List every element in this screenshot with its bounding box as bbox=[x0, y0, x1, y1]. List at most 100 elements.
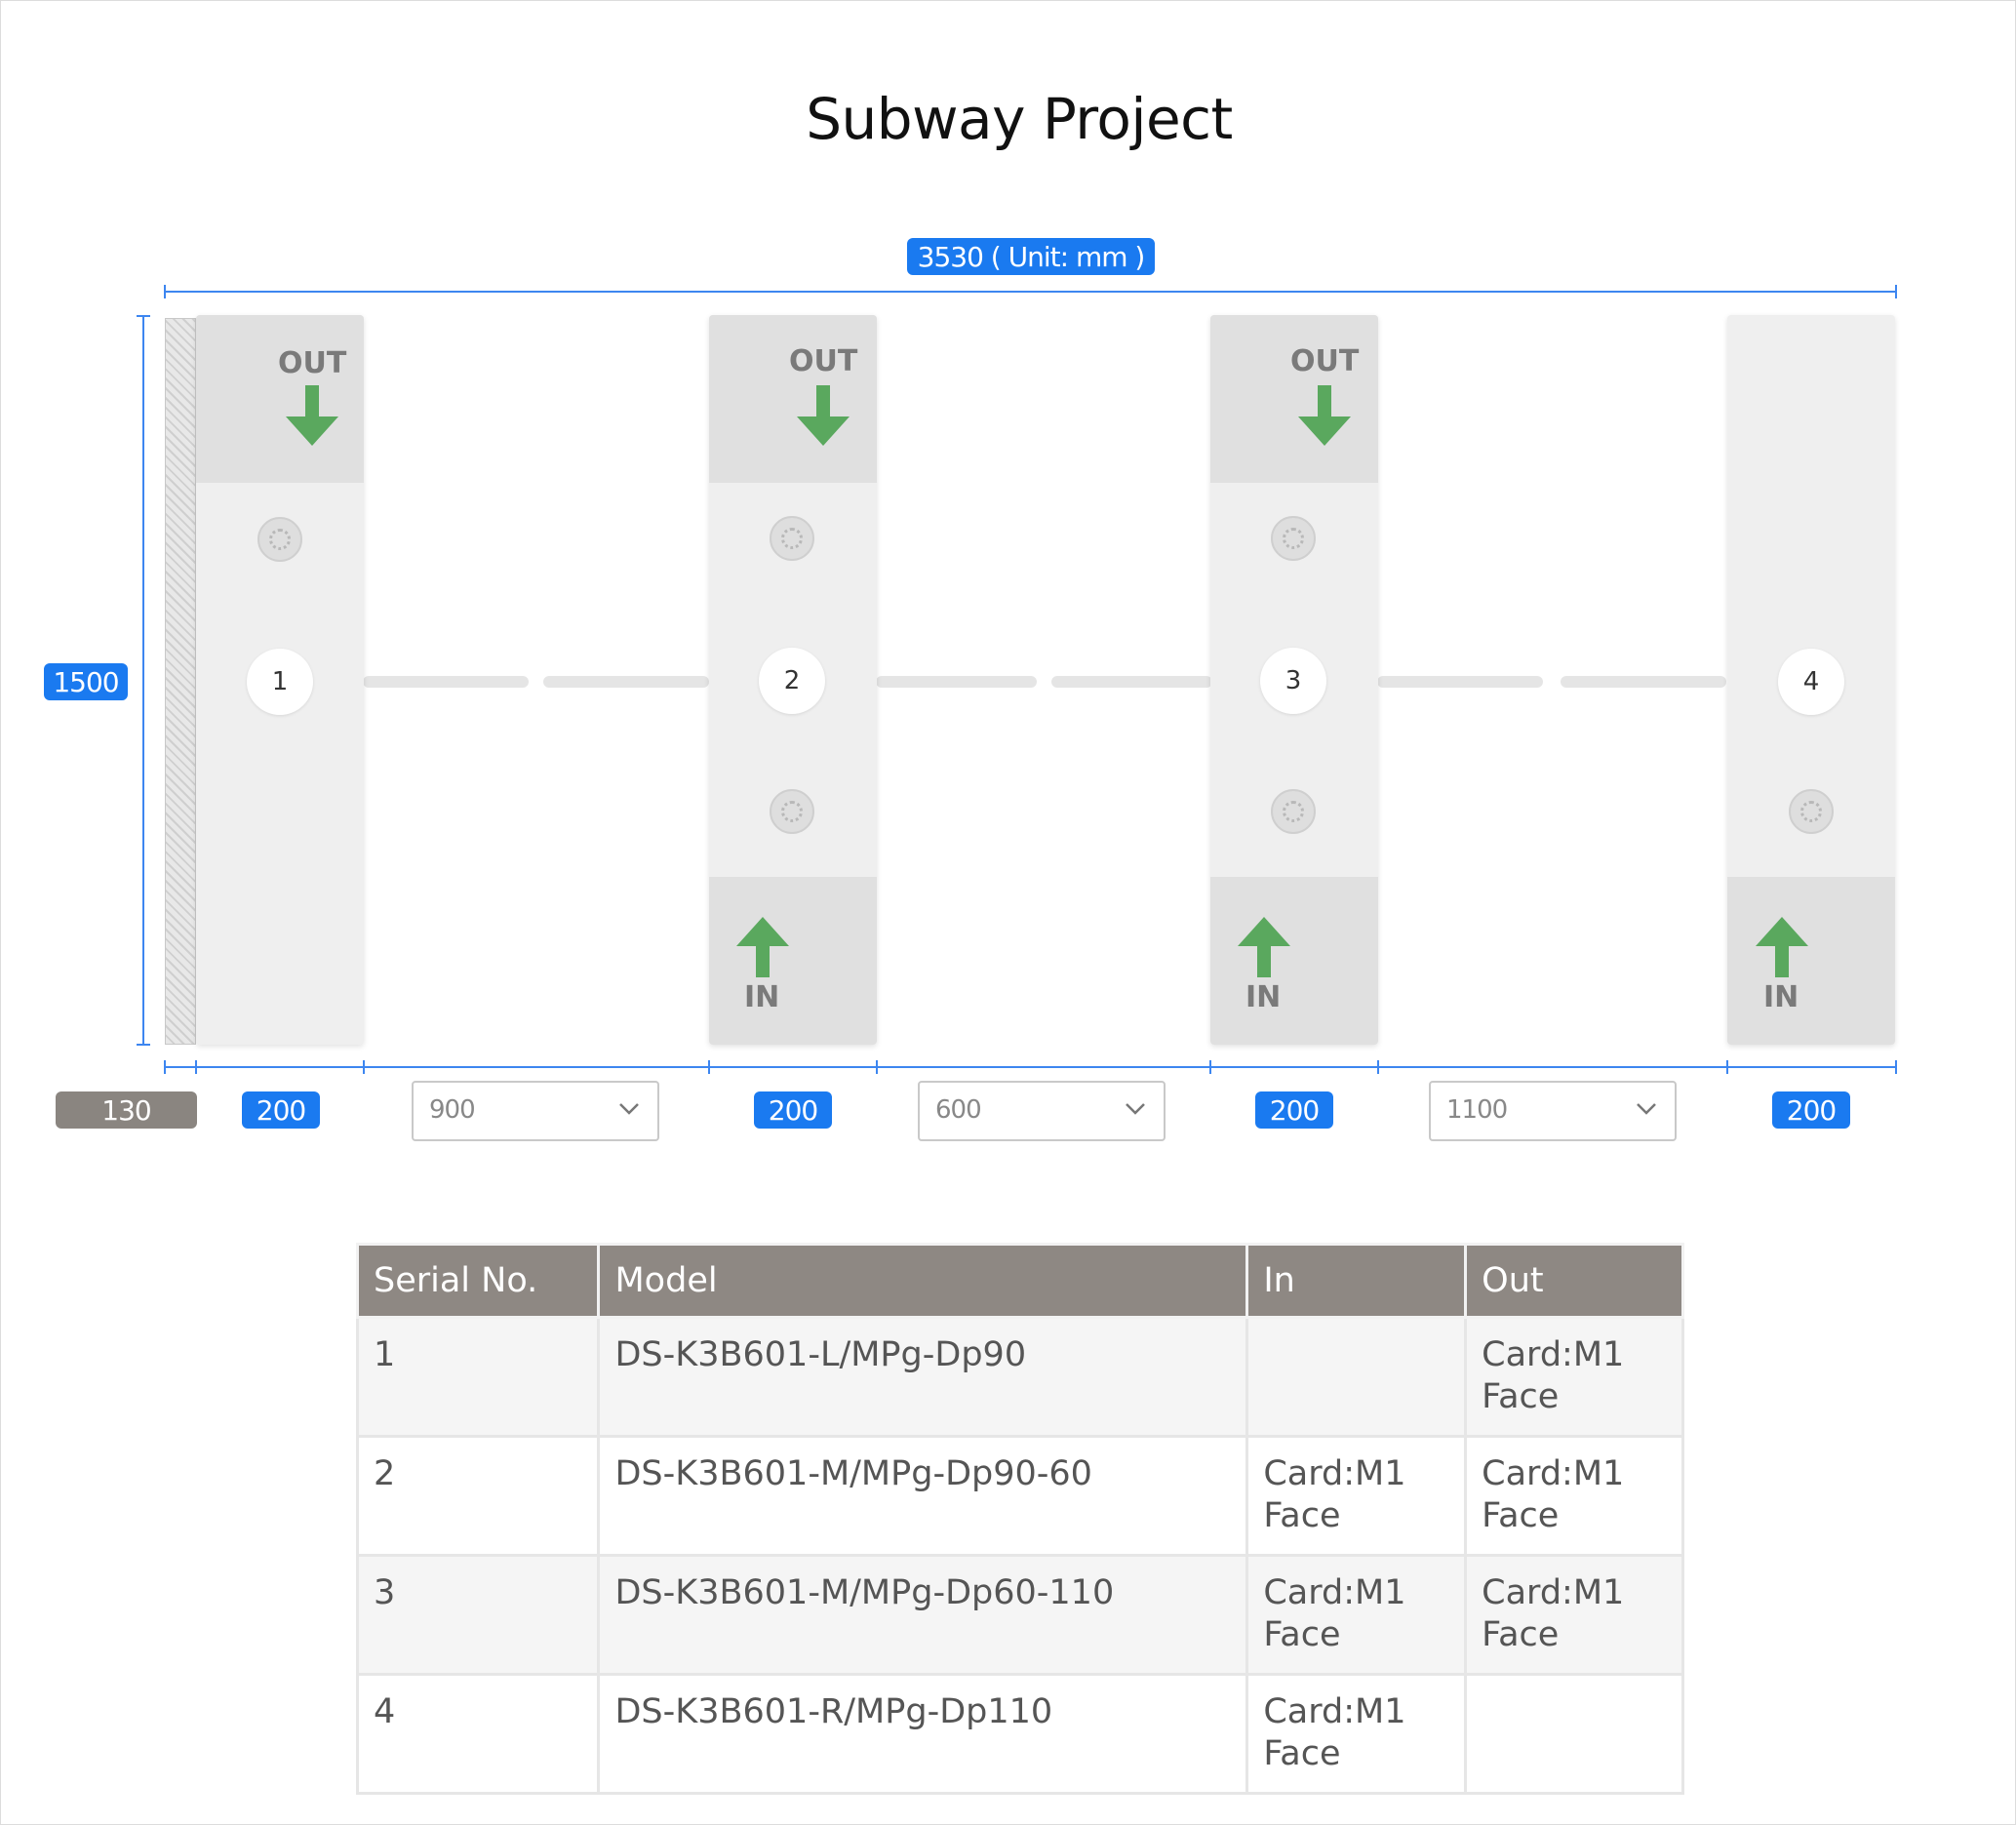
arrow-down-icon bbox=[797, 385, 850, 446]
out-cell bbox=[1464, 1673, 1684, 1795]
table-row: 2 DS-K3B601-M/MPg-Dp90-60 Card:M1 Face Ca… bbox=[355, 1435, 1684, 1557]
table-row: 4 DS-K3B601-R/MPg-Dp110 Card:M1 Face bbox=[355, 1673, 1684, 1795]
post-width-badge: 200 bbox=[754, 1091, 832, 1129]
barrier-wing bbox=[1377, 676, 1543, 688]
dim-tick bbox=[363, 1060, 365, 1074]
post-width-badge: 200 bbox=[1772, 1091, 1850, 1129]
sensor-icon bbox=[770, 789, 814, 834]
arrow-up-icon bbox=[736, 917, 789, 977]
out-credential: Card:M1 bbox=[1482, 1335, 1625, 1374]
dim-tick bbox=[1209, 1060, 1211, 1074]
wall-hatch bbox=[165, 318, 196, 1045]
wall-width-badge: 130 bbox=[56, 1091, 197, 1129]
arrow-down-icon bbox=[286, 385, 338, 446]
serial-cell: 2 bbox=[355, 1435, 601, 1557]
barrier-wing bbox=[1051, 676, 1212, 688]
out-label: OUT bbox=[278, 346, 347, 380]
table-row: 1 DS-K3B601-L/MPg-Dp90 Card:M1 Face bbox=[355, 1316, 1684, 1438]
entry-zone bbox=[1727, 877, 1895, 1045]
out-cell: Card:M1 Face bbox=[1464, 1316, 1684, 1438]
chevron-down-icon bbox=[619, 1103, 639, 1115]
post-number: 3 bbox=[1260, 648, 1326, 714]
in-credential: Card:M1 bbox=[1263, 1454, 1406, 1493]
total-width-line bbox=[164, 291, 1897, 293]
out-credential: Card:M1 bbox=[1482, 1454, 1625, 1493]
turnstile-post-1: OUT 1 bbox=[196, 315, 364, 1045]
in-credential: Face bbox=[1263, 1496, 1341, 1535]
height-tick-top bbox=[137, 315, 150, 317]
post-number: 1 bbox=[247, 649, 313, 715]
total-width-tick-left bbox=[164, 285, 166, 298]
column-header-model: Model bbox=[597, 1243, 1249, 1319]
height-line bbox=[142, 315, 144, 1046]
in-credential: Card:M1 bbox=[1263, 1692, 1406, 1731]
serial-cell: 3 bbox=[355, 1554, 601, 1676]
height-tick-bottom bbox=[137, 1044, 150, 1046]
sensor-icon bbox=[770, 516, 814, 561]
in-credential: Card:M1 bbox=[1263, 1573, 1406, 1612]
turnstile-post-2: OUT 2 IN bbox=[709, 315, 877, 1045]
column-header-serial: Serial No. bbox=[355, 1243, 601, 1319]
dim-tick bbox=[1895, 1060, 1897, 1074]
post-width-badge: 200 bbox=[1255, 1091, 1333, 1129]
out-credential: Card:M1 bbox=[1482, 1573, 1625, 1612]
barrier-wing bbox=[876, 676, 1037, 688]
serial-cell: 1 bbox=[355, 1316, 601, 1438]
dim-tick bbox=[1377, 1060, 1379, 1074]
bottom-dimension-line bbox=[164, 1066, 1897, 1068]
post-number: 4 bbox=[1778, 649, 1844, 715]
device-table: Serial No. Model In Out 1 DS-K3B601-L/MP… bbox=[355, 1243, 1684, 1795]
barrier-wing bbox=[363, 676, 529, 688]
dim-tick bbox=[164, 1060, 166, 1074]
table-row: 3 DS-K3B601-M/MPg-Dp60-110 Card:M1 Face C… bbox=[355, 1554, 1684, 1676]
out-cell: Card:M1 Face bbox=[1464, 1435, 1684, 1557]
dim-tick bbox=[195, 1060, 197, 1074]
in-cell: Card:M1 Face bbox=[1245, 1554, 1468, 1676]
total-width-badge: 3530 ( Unit: mm ) bbox=[907, 238, 1155, 275]
serial-cell: 4 bbox=[355, 1673, 601, 1795]
select-value: 900 bbox=[429, 1095, 476, 1125]
out-cell: Card:M1 Face bbox=[1464, 1554, 1684, 1676]
dim-tick bbox=[708, 1060, 710, 1074]
post-number: 2 bbox=[759, 648, 825, 714]
sensor-icon bbox=[1789, 789, 1834, 834]
in-credential: Face bbox=[1263, 1734, 1341, 1773]
sensor-icon bbox=[1271, 789, 1316, 834]
column-header-out: Out bbox=[1464, 1243, 1684, 1319]
barrier-wing bbox=[1561, 676, 1726, 688]
arrow-up-icon bbox=[1756, 917, 1808, 977]
table-header-row: Serial No. Model In Out bbox=[355, 1243, 1684, 1319]
in-cell bbox=[1245, 1316, 1468, 1438]
model-cell: DS-K3B601-R/MPg-Dp110 bbox=[597, 1673, 1249, 1795]
turnstile-post-3: OUT 3 IN bbox=[1210, 315, 1378, 1045]
in-label: IN bbox=[1245, 980, 1282, 1014]
turnstile-post-4: 4 IN bbox=[1727, 315, 1895, 1045]
in-credential: Face bbox=[1263, 1615, 1341, 1654]
arrow-down-icon bbox=[1298, 385, 1351, 446]
model-cell: DS-K3B601-M/MPg-Dp60-110 bbox=[597, 1554, 1249, 1676]
out-label: OUT bbox=[1290, 344, 1360, 378]
out-credential: Face bbox=[1482, 1615, 1560, 1654]
sensor-icon bbox=[1271, 516, 1316, 561]
lane-width-select-2[interactable]: 600 bbox=[918, 1081, 1166, 1141]
in-label: IN bbox=[1763, 980, 1799, 1014]
sensor-icon bbox=[257, 517, 302, 562]
out-label: OUT bbox=[789, 344, 858, 378]
total-width-tick-right bbox=[1895, 285, 1897, 298]
dim-tick bbox=[876, 1060, 878, 1074]
chevron-down-icon bbox=[1126, 1103, 1145, 1115]
page-title: Subway Project bbox=[806, 86, 1233, 152]
lane-width-select-3[interactable]: 1100 bbox=[1429, 1081, 1677, 1141]
select-value: 600 bbox=[935, 1095, 982, 1125]
barrier-wing bbox=[543, 676, 709, 688]
in-cell: Card:M1 Face bbox=[1245, 1435, 1468, 1557]
exit-zone bbox=[709, 315, 877, 483]
column-header-in: In bbox=[1245, 1243, 1468, 1319]
out-credential: Face bbox=[1482, 1496, 1560, 1535]
height-badge: 1500 bbox=[44, 663, 128, 700]
chevron-down-icon bbox=[1637, 1103, 1656, 1115]
lane-width-select-1[interactable]: 900 bbox=[412, 1081, 659, 1141]
select-value: 1100 bbox=[1446, 1095, 1508, 1125]
post-width-badge: 200 bbox=[242, 1091, 320, 1129]
arrow-up-icon bbox=[1238, 917, 1290, 977]
